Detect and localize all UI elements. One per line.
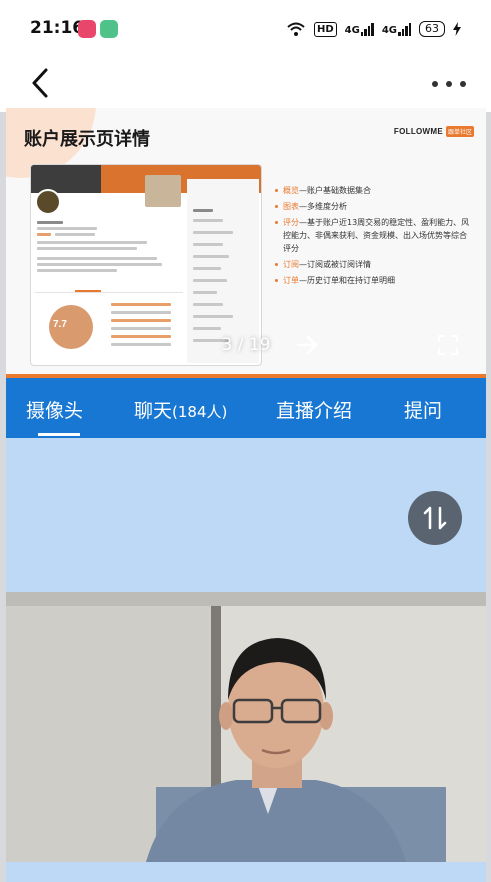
app-notification-icon (78, 20, 96, 38)
avatar (35, 189, 61, 215)
brand-badge: 跟单社区 (445, 126, 474, 137)
tab-chat[interactable]: 聊天(184人) (134, 396, 227, 423)
presenter-video-image (6, 592, 486, 862)
trader-photo (145, 175, 181, 207)
brand-logo: FOLLOWME 跟单社区 (394, 126, 474, 137)
swap-vertical-icon (423, 506, 447, 530)
arrow-right-icon[interactable] (296, 331, 320, 359)
status-bar: 21:16 HD 4G 4G 63 (0, 0, 491, 60)
signal-bars-icon (360, 22, 374, 36)
bullet-item: 概览—账户基础数据集合 (274, 184, 474, 197)
signal-indicator: 4G (345, 22, 374, 36)
tab-questions[interactable]: 提问 (404, 396, 442, 423)
status-time: 21:16 (30, 18, 85, 38)
app-notification-icon (100, 20, 118, 38)
slide-bullet-list: 概览—账户基础数据集合 图表—多维度分析 评分—基于账户近13周交易的稳定性、盈… (274, 184, 474, 290)
signal-bars-icon (398, 22, 411, 36)
status-indicators: HD 4G 4G 63 (286, 18, 461, 40)
bullet-item: 评分—基于账户近13周交易的稳定性、盈利能力、风控能力、非偶来获利、资金规模、出… (274, 216, 474, 255)
page-counter: 3 / 19 (221, 335, 271, 355)
bullet-item: 订单—历史订单和在持订单明细 (274, 274, 474, 287)
swap-button[interactable] (408, 491, 462, 545)
tab-bar: 摄像头 聊天(184人) 直播介绍 提问 (6, 378, 486, 438)
nav-bar (0, 60, 491, 112)
right-edge (486, 60, 491, 882)
bullet-item: 订阅—订阅或被订阅详情 (274, 258, 474, 271)
bullet-item: 图表—多维度分析 (274, 200, 474, 213)
signal-indicator: 4G (382, 22, 411, 36)
more-dots-icon[interactable] (429, 72, 469, 96)
wifi-icon (287, 22, 305, 36)
video-footer (6, 862, 486, 882)
chevron-left-icon[interactable] (28, 66, 58, 102)
chevron-left-icon[interactable] (168, 331, 192, 359)
active-tab-indicator (38, 433, 80, 436)
fullscreen-icon[interactable] (438, 335, 458, 355)
video-feed[interactable] (6, 592, 486, 862)
tab-camera[interactable]: 摄像头 (26, 396, 83, 423)
slide-title: 账户展示页详情 (24, 129, 150, 150)
charging-icon (453, 22, 461, 36)
tab-live-intro[interactable]: 直播介绍 (276, 396, 352, 423)
hd-badge: HD (313, 21, 337, 37)
slide-controls: 3 / 19 (6, 327, 486, 363)
battery-icon: 63 (419, 21, 445, 37)
brand-name: FOLLOWME (393, 127, 443, 136)
